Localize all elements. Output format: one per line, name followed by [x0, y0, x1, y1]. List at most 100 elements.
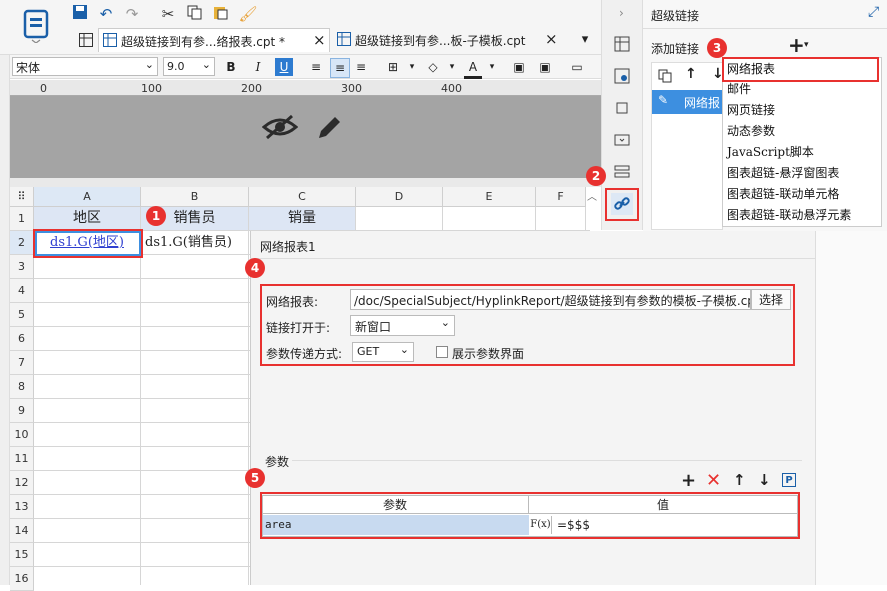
move-up-icon[interactable]: ↑ [685, 66, 697, 82]
select-all-corner[interactable]: ⠿ [10, 187, 34, 207]
row-header[interactable]: 15 [10, 543, 34, 567]
chevron-down-icon[interactable]: ▾ [403, 58, 421, 76]
copy-link-icon[interactable] [657, 68, 673, 84]
column-header-b[interactable]: B [141, 187, 249, 207]
chevron-down-icon: ⌄ [201, 58, 211, 71]
menu-item-javascript[interactable]: JavaScript脚本 [727, 142, 814, 162]
tab-1-close-icon[interactable]: × [313, 31, 326, 49]
tab-2[interactable]: 超级链接到有参...板-子模板.cpt × [331, 28, 563, 52]
row-header[interactable]: 5 [10, 303, 34, 327]
bold-button[interactable]: B [222, 58, 240, 76]
frame-icon[interactable] [612, 98, 632, 118]
cut-icon[interactable]: ✂ [158, 4, 178, 24]
dialog-title-divider [250, 258, 815, 259]
chevron-down-icon: ⌄ [144, 58, 154, 71]
row-header[interactable]: 3 [10, 255, 34, 279]
menu-item-dynamic-param[interactable]: 动态参数 [727, 121, 775, 141]
hidden-eye-icon[interactable] [262, 112, 298, 142]
fill-color-icon[interactable]: ◇ [424, 58, 442, 76]
row-header[interactable]: 13 [10, 495, 34, 519]
tab-list-icon[interactable]: ▾ [576, 30, 594, 48]
row-header[interactable]: 12 [10, 471, 34, 495]
paste-icon[interactable] [210, 4, 230, 24]
cell-b2[interactable]: ds1.G(销售员) [141, 231, 249, 255]
expand-icon[interactable]: ⤢ [868, 4, 879, 20]
chevron-down-icon[interactable]: ▾ [443, 58, 461, 76]
column-header-e[interactable]: E [443, 187, 536, 207]
edit-icon: ✎ [658, 93, 669, 107]
column-header-a[interactable]: A [34, 187, 141, 207]
condition-attribute-icon[interactable] [612, 162, 632, 182]
row-header[interactable]: 16 [10, 567, 34, 591]
align-center-icon[interactable]: ≡ [330, 58, 350, 78]
cell-a1[interactable]: 地区 [34, 207, 141, 231]
unmerge-cells-icon[interactable]: ▣ [536, 58, 554, 76]
font-color-icon[interactable]: A [464, 58, 482, 79]
move-down-icon[interactable]: ↓ [758, 471, 771, 489]
column-header-c[interactable]: C [249, 187, 356, 207]
link-list-item[interactable]: ✎ 网络报 [652, 90, 722, 114]
chevron-down-icon[interactable]: ▾ [483, 58, 501, 76]
move-up-icon[interactable]: ↑ [733, 471, 746, 489]
cell-e1[interactable] [443, 207, 536, 231]
highlight-params-table [260, 492, 800, 539]
row-header[interactable]: 6 [10, 327, 34, 351]
redo-icon[interactable]: ↷ [122, 4, 142, 24]
menu-item-chart-float-element[interactable]: 图表超链-联动悬浮元素 [727, 205, 851, 225]
border-icon[interactable]: ⊞ [384, 58, 402, 76]
collapse-arrow-icon[interactable]: › [619, 6, 624, 20]
show-params-checkbox[interactable] [436, 346, 448, 358]
menu-item-chart-float[interactable]: 图表超链-悬浮窗图表 [727, 163, 839, 183]
align-left-icon[interactable]: ≡ [307, 58, 325, 76]
row-header[interactable]: 7 [10, 351, 34, 375]
menu-item-email[interactable]: 邮件 [727, 79, 751, 99]
align-right-icon[interactable]: ≡ [352, 58, 370, 76]
row-header[interactable]: 4 [10, 279, 34, 303]
row-header[interactable]: 11 [10, 447, 34, 471]
delete-param-icon[interactable]: ✕ [706, 470, 721, 491]
add-param-icon[interactable]: + [681, 470, 696, 491]
undo-icon[interactable]: ↶ [96, 4, 116, 24]
cell-d1[interactable] [356, 207, 443, 231]
row-header[interactable]: 14 [10, 519, 34, 543]
font-select[interactable]: 宋体 ⌄ [12, 57, 158, 76]
ruler-mark: 400 [441, 82, 462, 95]
dialog-scrollbar[interactable] [815, 231, 887, 585]
method-select[interactable]: GET ⌄ [352, 342, 414, 362]
row-header[interactable]: 9 [10, 399, 34, 423]
copy-icon[interactable] [184, 4, 204, 24]
widget-icon[interactable] [612, 130, 632, 150]
chevron-down-icon[interactable]: ▾ [804, 40, 809, 50]
choose-button[interactable]: 选择 [751, 289, 791, 310]
menu-item-web-link[interactable]: 网页链接 [727, 100, 775, 120]
cell-c1[interactable]: 销量 [249, 207, 356, 231]
row-header[interactable]: 10 [10, 423, 34, 447]
cell-f1[interactable] [536, 207, 586, 231]
font-size-select[interactable]: 9.0 ⌄ [163, 57, 215, 76]
cell-element-icon[interactable] [612, 34, 632, 54]
italic-button[interactable]: I [249, 58, 267, 76]
report-path-input[interactable]: /doc/SpecialSubject/HyplinkReport/超级链接到有… [350, 289, 751, 310]
step-badge-1: 1 [146, 206, 166, 226]
scroll-up-icon[interactable]: ︿ [587, 188, 597, 203]
menu-item-chart-cell[interactable]: 图表超链-联动单元格 [727, 184, 839, 204]
open-in-select[interactable]: 新窗口 ⌄ [350, 315, 455, 336]
tab-1[interactable]: 超级链接到有参...络报表.cpt * × [98, 28, 330, 52]
row-header[interactable]: 1 [10, 207, 34, 231]
row-header[interactable]: 8 [10, 375, 34, 399]
merge-cells-icon[interactable]: ▣ [510, 58, 528, 76]
format-brush-icon[interactable]: 🖌 [238, 4, 258, 24]
tab-2-close-icon[interactable]: × [545, 30, 558, 48]
report-path-value: /doc/SpecialSubject/HyplinkReport/超级链接到有… [354, 294, 751, 308]
param-p-icon[interactable]: P [782, 473, 796, 487]
underline-button[interactable]: U [275, 58, 293, 76]
save-icon[interactable] [70, 4, 90, 24]
cell-attribute-icon[interactable] [612, 66, 632, 86]
column-header-d[interactable]: D [356, 187, 443, 207]
insert-icon[interactable]: ▭ [568, 58, 586, 76]
row-header[interactable]: 2 [10, 231, 34, 255]
edit-pencil-icon[interactable] [314, 111, 346, 143]
app-menu-icon[interactable] [20, 6, 52, 46]
add-link-button[interactable]: + [788, 33, 805, 57]
column-header-f[interactable]: F [536, 187, 586, 207]
